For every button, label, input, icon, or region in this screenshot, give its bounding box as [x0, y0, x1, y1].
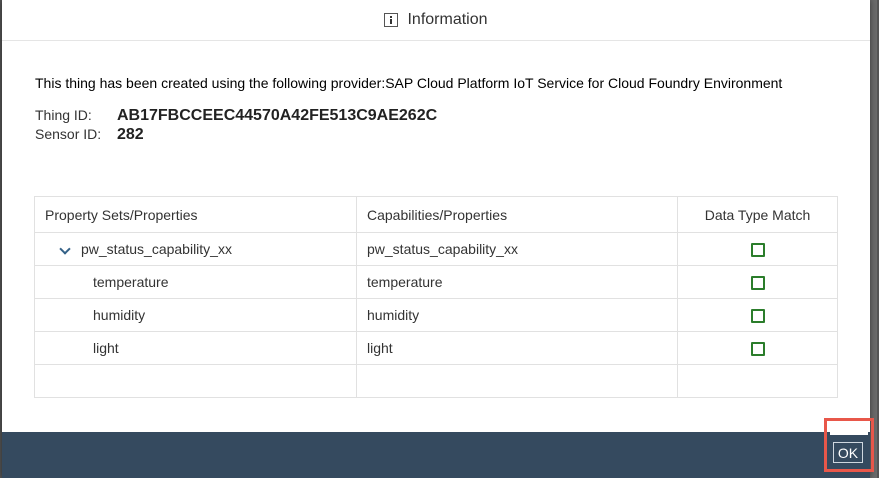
thing-id-row: Thing ID: AB17FBCCEEC44570A42FE513C9AE26… [35, 107, 437, 126]
capability-cell: humidity [356, 298, 678, 332]
chevron-down-icon[interactable] [59, 243, 71, 255]
provider-text: This thing has been created using the fo… [35, 75, 783, 91]
header-property-sets: Property Sets/Properties [34, 196, 357, 233]
dialog-header: Information [2, 0, 870, 41]
match-cell [677, 298, 838, 332]
capability-cell: temperature [356, 265, 678, 299]
checkbox-icon[interactable] [750, 309, 765, 324]
capability-cell: light [356, 331, 678, 365]
header-data-type-match: Data Type Match [677, 196, 838, 233]
match-cell [677, 331, 838, 365]
highlight-strip [830, 424, 868, 435]
match-cell [677, 232, 838, 266]
header-capabilities: Capabilities/Properties [356, 196, 678, 233]
property-cell: temperature [34, 265, 357, 299]
info-icon [384, 13, 399, 27]
information-dialog: Information This thing has been created … [2, 0, 874, 478]
property-cell: pw_status_capability_xx [34, 232, 357, 266]
table-row: pw_status_capability_xx pw_status_capabi… [34, 232, 838, 266]
table-row: humidity humidity [34, 298, 838, 332]
capability-cell: pw_status_capability_xx [356, 232, 678, 266]
empty-cell [677, 364, 838, 398]
table-row: temperature temperature [34, 265, 838, 299]
ok-button[interactable]: OK [833, 442, 863, 463]
sensor-id-value: 282 [117, 126, 144, 143]
empty-cell [34, 364, 357, 398]
dialog-footer: OK [2, 418, 874, 478]
match-cell [677, 265, 838, 299]
property-name: pw_status_capability_xx [81, 241, 232, 257]
checkbox-icon[interactable] [750, 276, 765, 291]
properties-table: Property Sets/Properties Capabilities/Pr… [34, 196, 838, 398]
sensor-id-label: Sensor ID: [35, 126, 102, 142]
sensor-id-row: Sensor ID: 282 [35, 126, 437, 145]
checkbox-icon[interactable] [750, 342, 765, 357]
property-cell: humidity [34, 298, 357, 332]
id-section: Thing ID: AB17FBCCEEC44570A42FE513C9AE26… [35, 107, 437, 145]
checkbox-icon[interactable] [750, 243, 765, 258]
thing-id-label: Thing ID: [35, 107, 92, 123]
dialog-title: Information [407, 11, 488, 28]
ok-highlight-box: OK [824, 418, 874, 472]
table-empty-row [34, 364, 838, 398]
property-cell: light [34, 331, 357, 365]
table-header-row: Property Sets/Properties Capabilities/Pr… [34, 196, 838, 233]
table-row: light light [34, 331, 838, 365]
empty-cell [356, 364, 678, 398]
thing-id-value: AB17FBCCEEC44570A42FE513C9AE262C [117, 107, 438, 124]
